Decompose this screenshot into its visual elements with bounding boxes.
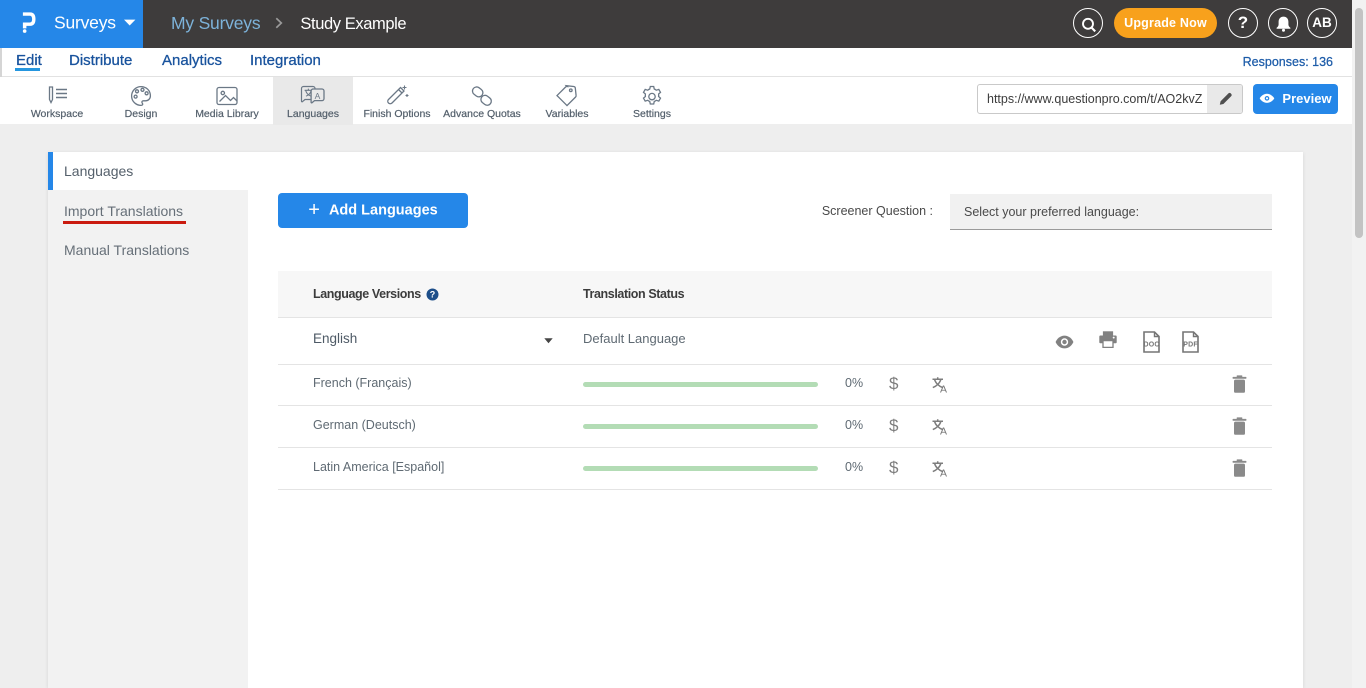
svg-text:A: A (315, 91, 321, 101)
svg-text:DOC: DOC (1144, 341, 1160, 348)
svg-text:A: A (940, 426, 947, 437)
svg-text:A: A (940, 384, 947, 395)
svg-text:?: ? (430, 290, 436, 300)
svg-text:Surveys: Surveys (54, 12, 116, 32)
svg-text:PDF: PDF (1183, 341, 1198, 348)
svg-text:A: A (940, 468, 947, 479)
